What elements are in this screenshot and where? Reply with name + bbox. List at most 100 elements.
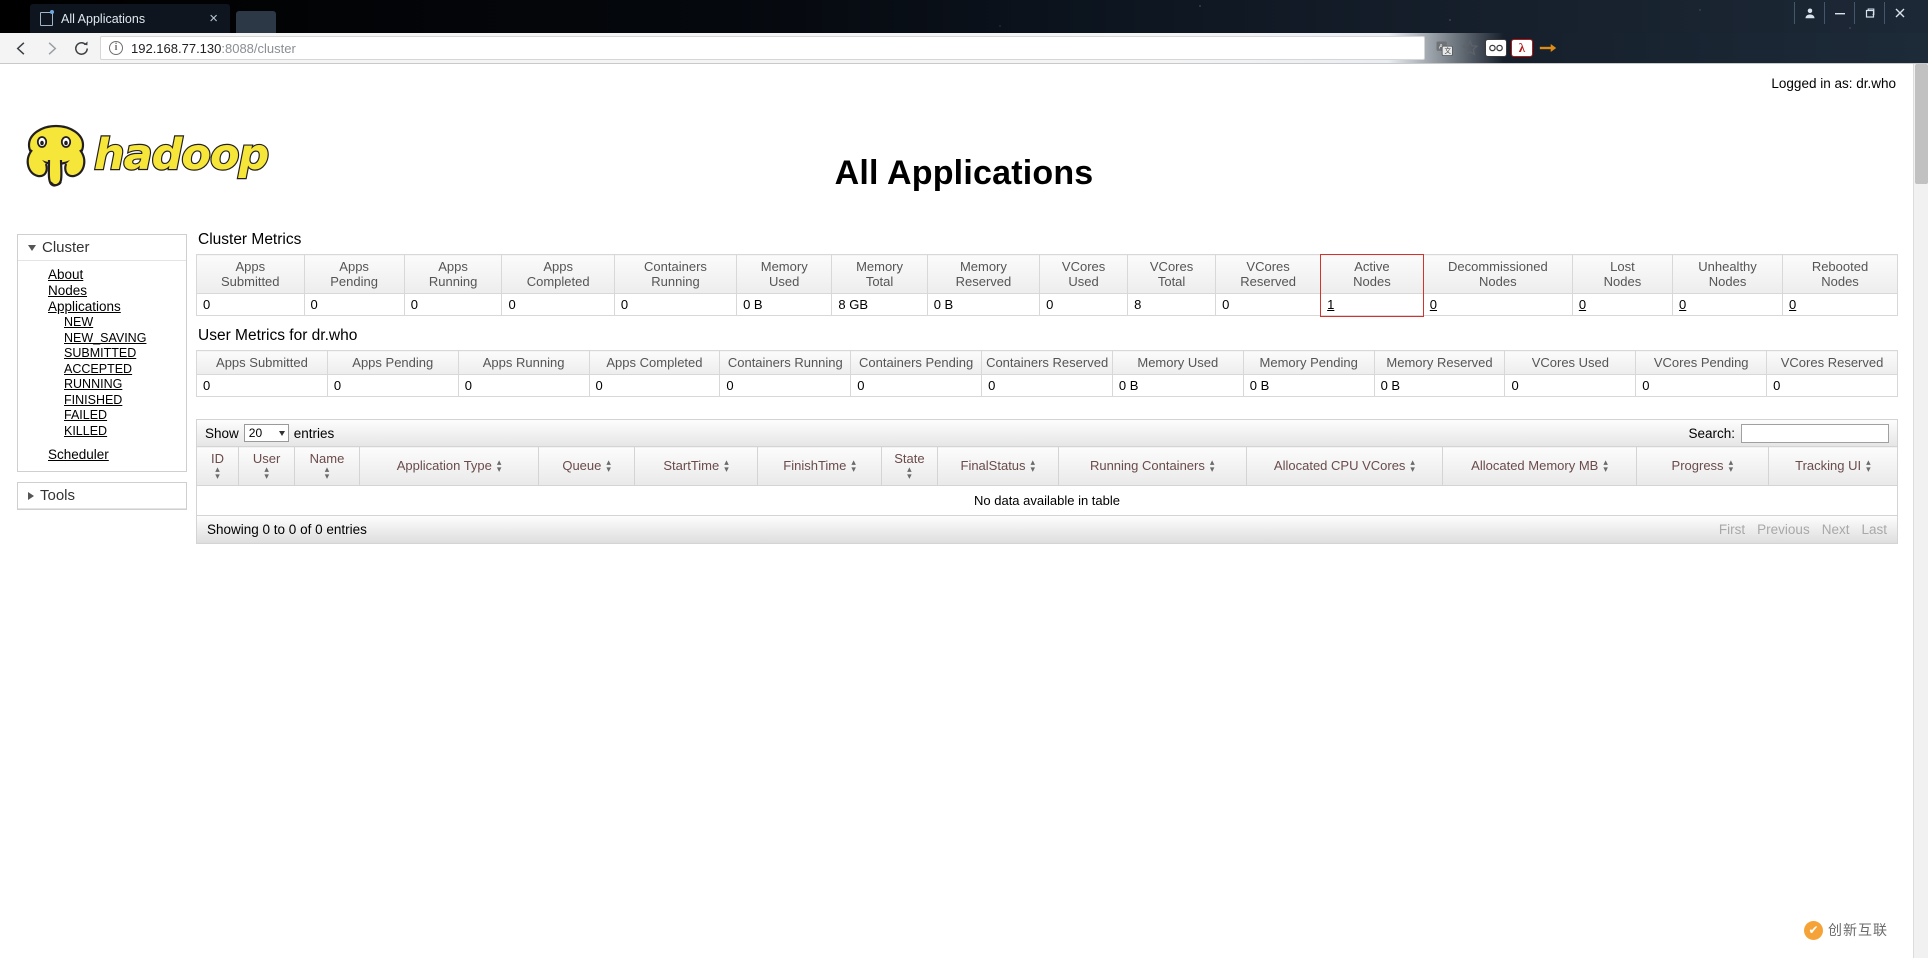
user-metric-header-6: Containers Reserved — [981, 350, 1113, 375]
cluster-metric-header-decommissioned-nodes: Decommissioned Nodes — [1422, 254, 1573, 294]
sidebar-item-app-failed[interactable]: FAILED — [18, 408, 186, 424]
maximize-window-button[interactable] — [1854, 2, 1884, 24]
cluster-metric-header-lost-nodes: Lost Nodes — [1571, 254, 1674, 294]
sidebar-item-app-new-saving[interactable]: NEW_SAVING — [18, 331, 186, 347]
applications-column-progress[interactable]: Progress ▴ ▾ — [1635, 446, 1769, 486]
page-length-control: Show 20 entries — [205, 424, 334, 442]
cluster-metric-value-15[interactable]: 0 — [1782, 293, 1898, 316]
applications-column-queue[interactable]: Queue ▴ ▾ — [538, 446, 635, 486]
sidebar-item-scheduler[interactable]: Scheduler — [18, 447, 186, 463]
applications-column-allocated-memory-mb[interactable]: Allocated Memory MB ▴ ▾ — [1442, 446, 1637, 486]
cluster-metric-value-12[interactable]: 0 — [1422, 293, 1573, 316]
sort-arrows-icon[interactable]: ▴ ▾ — [1866, 458, 1871, 474]
column-label: StartTime — [663, 458, 720, 473]
sort-arrows-icon[interactable]: ▴ ▾ — [215, 465, 220, 481]
sort-arrows-icon[interactable]: ▴ ▾ — [851, 458, 856, 474]
sort-arrows-icon[interactable]: ▴ ▾ — [606, 458, 611, 474]
sidebar-section-tools-label: Tools — [40, 487, 76, 504]
user-metric-value-9: 0 B — [1373, 374, 1506, 397]
paging-next-button[interactable]: Next — [1822, 522, 1850, 537]
bookmark-star-icon[interactable] — [1457, 36, 1483, 60]
applications-column-running-containers[interactable]: Running Containers ▴ ▾ — [1057, 446, 1247, 486]
sort-arrows-icon[interactable]: ▴ ▾ — [497, 458, 502, 474]
sort-arrows-icon[interactable]: ▴ ▾ — [907, 465, 912, 481]
extension-goo-icon[interactable] — [1483, 36, 1509, 60]
applications-column-name[interactable]: Name ▴ ▾ — [294, 446, 360, 486]
applications-column-finishtime[interactable]: FinishTime ▴ ▾ — [757, 446, 882, 486]
sidebar-item-app-finished[interactable]: FINISHED — [18, 393, 186, 409]
paging-previous-button[interactable]: Previous — [1757, 522, 1810, 537]
cluster-metric-header-containers-running: Containers Running — [613, 254, 738, 294]
sort-arrows-icon[interactable]: ▴ ▾ — [724, 458, 729, 474]
sidebar-section-tools[interactable]: Tools — [18, 483, 186, 509]
user-metrics-header-row: Apps Submitted Apps Pending Apps Running Ap… — [196, 350, 1898, 375]
back-arrow-icon[interactable] — [6, 35, 36, 61]
cluster-metric-header-vcores-total: VCores Total — [1127, 254, 1217, 294]
sidebar-item-applications[interactable]: Applications — [18, 299, 186, 315]
applications-column-allocated-cpu-vcores[interactable]: Allocated CPU VCores ▴ ▾ — [1245, 446, 1444, 486]
forward-arrow-icon[interactable] — [36, 35, 66, 61]
applications-column-starttime[interactable]: StartTime ▴ ▾ — [633, 446, 759, 486]
translate-icon[interactable]: A 文 — [1431, 36, 1457, 60]
user-metric-value-2: 0 — [457, 374, 590, 397]
site-info-icon[interactable]: i — [109, 41, 123, 55]
applications-column-user[interactable]: User ▴ ▾ — [238, 446, 296, 486]
sort-arrows-icon[interactable]: ▴ ▾ — [1031, 458, 1036, 474]
reload-icon[interactable] — [66, 35, 96, 61]
datatable-toolbar: Show 20 entries Search: — [196, 419, 1898, 446]
applications-column-state[interactable]: State ▴ ▾ — [880, 446, 938, 486]
watermark: ✔ 创新互联 — [1804, 920, 1888, 940]
cluster-metric-header-unhealthy-nodes: Unhealthy Nodes — [1672, 254, 1784, 294]
applications-column-tracking-ui[interactable]: Tracking UI ▴ ▾ — [1767, 446, 1899, 486]
sort-arrows-icon[interactable]: ▴ ▾ — [1410, 458, 1415, 474]
applications-column-finalstatus[interactable]: FinalStatus ▴ ▾ — [936, 446, 1059, 486]
address-bar[interactable]: i 192.168.77.130:8088/cluster — [100, 36, 1425, 60]
cluster-metric-value-13[interactable]: 0 — [1571, 293, 1674, 316]
close-window-button[interactable] — [1884, 2, 1914, 24]
url-path: :8088/cluster — [221, 40, 296, 56]
user-metrics-table: Apps Submitted Apps Pending Apps Running Ap… — [196, 350, 1898, 397]
applications-column-application-type[interactable]: Application Type ▴ ▾ — [358, 446, 540, 486]
cluster-metrics-header-row: Apps Submitted Apps Pending Apps Running Apps C… — [196, 254, 1898, 294]
browser-tab-all-applications[interactable]: All Applications × — [30, 4, 230, 33]
user-metric-value-1: 0 — [326, 374, 459, 397]
sort-arrows-icon[interactable]: ▴ ▾ — [1603, 458, 1608, 474]
scrollbar-thumb[interactable] — [1915, 64, 1928, 184]
new-tab-button[interactable] — [236, 11, 276, 33]
sidebar-item-app-new[interactable]: NEW — [18, 315, 186, 331]
column-label: FinalStatus — [960, 458, 1026, 473]
applications-column-id[interactable]: ID ▴ ▾ — [195, 446, 240, 486]
applications-empty-row: No data available in table — [196, 485, 1898, 516]
sidebar-item-about[interactable]: About — [18, 267, 186, 283]
sidebar-item-app-accepted[interactable]: ACCEPTED — [18, 362, 186, 378]
cluster-metric-value-11[interactable]: 1 — [1320, 293, 1424, 316]
sidebar-item-nodes[interactable]: Nodes — [18, 283, 186, 299]
sidebar-item-app-killed[interactable]: KILLED — [18, 424, 186, 440]
page-length-select[interactable]: 20 — [243, 424, 289, 442]
column-label: Application Type — [396, 458, 492, 473]
close-tab-icon[interactable]: × — [203, 11, 224, 26]
profile-avatar-icon[interactable] — [1794, 2, 1824, 24]
sidebar-section-cluster[interactable]: Cluster — [18, 235, 186, 261]
sort-arrows-icon[interactable]: ▴ ▾ — [1210, 458, 1215, 474]
page-title: All Applications — [834, 154, 1094, 192]
page-scrollbar[interactable] — [1913, 64, 1928, 958]
user-metric-header-11: VCores Pending — [1635, 350, 1768, 375]
minimize-window-button[interactable] — [1824, 2, 1854, 24]
user-metric-header-10: VCores Used — [1504, 350, 1637, 375]
paging-first-button[interactable]: First — [1719, 522, 1745, 537]
download-extension-icon[interactable] — [1535, 36, 1561, 60]
cluster-metric-header-apps-pending: Apps Pending — [303, 254, 405, 294]
sidebar-item-app-submitted[interactable]: SUBMITTED — [18, 346, 186, 362]
cluster-metric-value-6: 8 GB — [831, 293, 928, 316]
search-input[interactable] — [1741, 423, 1889, 443]
user-metrics-title: User Metrics for dr.who — [198, 327, 358, 344]
sidebar-item-app-running[interactable]: RUNNING — [18, 377, 186, 393]
sort-arrows-icon[interactable]: ▴ ▾ — [264, 465, 269, 481]
cluster-metric-value-14[interactable]: 0 — [1672, 293, 1784, 316]
paging-last-button[interactable]: Last — [1861, 522, 1887, 537]
sort-arrows-icon[interactable]: ▴ ▾ — [325, 465, 330, 481]
column-label: Tracking UI — [1795, 458, 1862, 473]
sort-arrows-icon[interactable]: ▴ ▾ — [1729, 458, 1734, 474]
adobe-acrobat-extension-icon[interactable]: λ — [1509, 36, 1535, 60]
